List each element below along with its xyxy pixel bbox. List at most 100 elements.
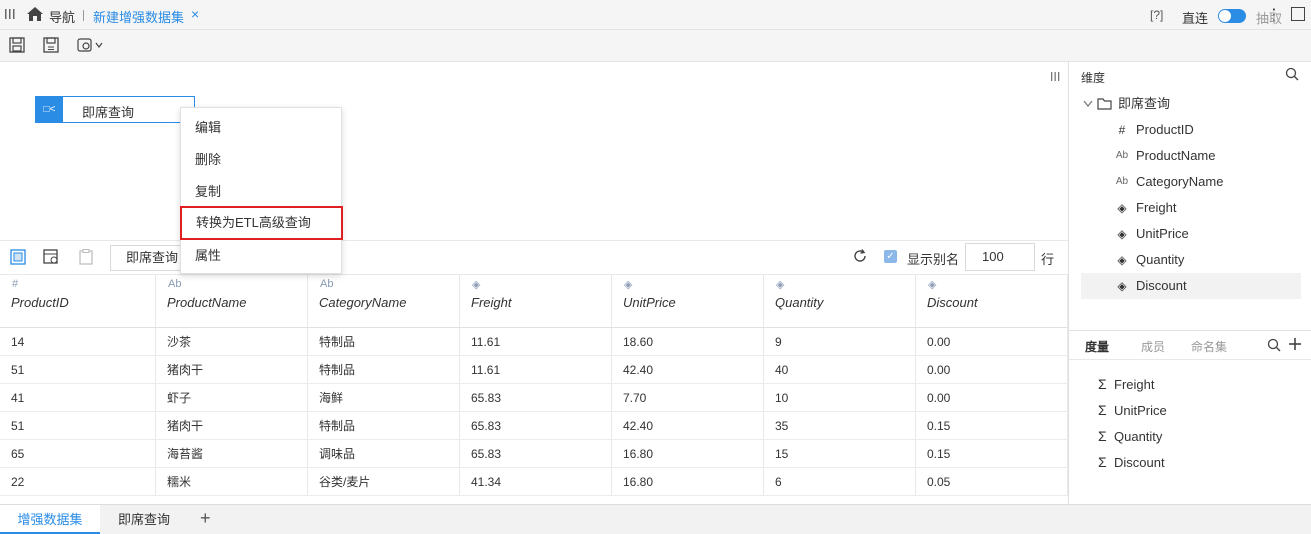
text-type-icon: Ab [1115, 150, 1129, 161]
dimension-field-item[interactable]: Ab ProductName [1081, 143, 1301, 169]
column-name: Freight [471, 295, 512, 310]
home-icon[interactable] [26, 6, 44, 22]
sum-icon: Σ [1098, 376, 1107, 392]
table-cell: 猪肉干 [156, 356, 308, 384]
column-name: ProductName [167, 295, 247, 310]
table-cell: 谷类/麦片 [308, 468, 460, 496]
table-cell: 海苔酱 [156, 440, 308, 468]
column-header[interactable]: ◈ Freight [460, 274, 612, 328]
measure-type-icon: ◈ [1117, 201, 1127, 215]
table-cell: 特制品 [308, 412, 460, 440]
field-label: Freight [1136, 200, 1177, 215]
show-alias-label: 显示别名 [907, 252, 960, 267]
dimension-field-item[interactable]: ◈ Quantity [1081, 247, 1301, 273]
table-cell: 16.80 [612, 468, 764, 496]
add-tab-button[interactable]: + [200, 508, 211, 529]
settings-dropdown-icon[interactable] [77, 37, 105, 53]
text-type-icon: Ab [168, 278, 182, 290]
search-icon[interactable] [1267, 338, 1281, 352]
query-canvas[interactable] [0, 62, 1068, 240]
measure-type-icon: ◈ [1117, 227, 1127, 241]
dimension-field-item[interactable]: ◈ Freight [1081, 195, 1301, 221]
sql-view-icon[interactable] [43, 249, 59, 265]
measure-type-icon: ◈ [1117, 253, 1127, 267]
column-header[interactable]: Ab CategoryName [308, 274, 460, 328]
column-name: UnitPrice [623, 295, 676, 310]
close-icon[interactable]: × [191, 6, 199, 22]
measure-item[interactable]: Σ Freight [1098, 371, 1154, 397]
chevron-down-icon[interactable] [1083, 100, 1093, 108]
table-cell: 65 [0, 440, 156, 468]
clipboard-icon[interactable] [78, 249, 94, 265]
measure-item[interactable]: Σ UnitPrice [1098, 397, 1167, 423]
field-label: Quantity [1136, 252, 1185, 267]
table-cell: 特制品 [308, 328, 460, 356]
refresh-icon[interactable] [852, 248, 868, 264]
query-node[interactable]: □< 即席查询 [35, 96, 195, 123]
save-icon[interactable] [9, 37, 25, 53]
column-name: Quantity [775, 295, 824, 310]
sum-icon: Σ [1098, 402, 1107, 418]
column-header[interactable]: ◈ Discount [916, 274, 1068, 328]
query-select[interactable]: 即席查询 [110, 245, 182, 271]
tab-enhanced-dataset[interactable]: 增强数据集 [0, 505, 100, 534]
column-header[interactable]: ◈ UnitPrice [612, 274, 764, 328]
tab-adhoc-query[interactable]: 即席查询 [100, 505, 188, 534]
save-as-icon[interactable] [43, 37, 59, 53]
tree-folder-query[interactable]: 即席查询 [1081, 91, 1301, 117]
dimension-field-item[interactable]: ◈ UnitPrice [1081, 221, 1301, 247]
data-preview-icon[interactable] [10, 249, 26, 265]
tab-new-dataset[interactable]: 新建增强数据集 [93, 7, 184, 26]
column-header[interactable]: ◈ Quantity [764, 274, 916, 328]
dimension-field-item[interactable]: Ab CategoryName [1081, 169, 1301, 195]
table-cell: 0.00 [916, 328, 1068, 356]
menu-item-convert-etl[interactable]: 转换为ETL高级查询 [180, 206, 343, 240]
tab-measures[interactable]: 度量 [1085, 338, 1109, 355]
table-cell: 51 [0, 412, 156, 440]
show-alias-checkbox[interactable]: ✓ [884, 250, 897, 263]
table-cell: 42.40 [612, 412, 764, 440]
table-cell: 65.83 [460, 440, 612, 468]
row-unit-label: 行 [1041, 252, 1055, 267]
menu-item-copy[interactable]: 复制 [181, 176, 341, 208]
dimension-field-item[interactable]: ◈ Discount [1081, 273, 1301, 299]
menu-item-properties[interactable]: 属性 [181, 240, 341, 272]
add-icon[interactable] [1288, 337, 1302, 351]
table-cell: 0.15 [916, 412, 1068, 440]
column-header[interactable]: # ProductID [0, 274, 156, 328]
mode-toggle[interactable] [1218, 9, 1246, 23]
table-cell: 42.40 [612, 356, 764, 384]
context-menu: 编辑 删除 复制 转换为ETL高级查询 属性 [180, 107, 343, 274]
measure-type-icon: ◈ [776, 279, 785, 291]
menu-lines-icon[interactable] [5, 9, 15, 21]
measure-label: Discount [1114, 455, 1165, 470]
help-button[interactable]: [?] [1150, 8, 1163, 22]
text-type-icon: Ab [320, 278, 334, 290]
toggle-knob [1219, 10, 1231, 22]
direct-connect-label: 直连 [1182, 11, 1209, 26]
measure-label: UnitPrice [1114, 403, 1167, 418]
nav-label[interactable]: 导航 [49, 7, 75, 26]
measure-item[interactable]: Σ Quantity [1098, 423, 1162, 449]
column-name: ProductID [11, 295, 69, 310]
field-label: UnitPrice [1136, 226, 1189, 241]
search-icon[interactable] [1285, 67, 1299, 81]
dimension-title: 维度 [1081, 71, 1106, 85]
column-name: CategoryName [319, 295, 407, 310]
menu-item-edit[interactable]: 编辑 [181, 112, 341, 144]
tab-named-sets[interactable]: 命名集 [1191, 338, 1227, 355]
measure-item[interactable]: Σ Discount [1098, 449, 1165, 475]
table-cell: 海鲜 [308, 384, 460, 412]
row-limit-input[interactable]: 100 [965, 243, 1035, 271]
menu-item-delete[interactable]: 删除 [181, 144, 341, 176]
maximize-icon[interactable] [1291, 7, 1305, 21]
panel-grip-icon[interactable] [1051, 72, 1060, 82]
table-cell: 35 [764, 412, 916, 440]
tab-members[interactable]: 成员 [1141, 338, 1165, 355]
dimension-field-item[interactable]: # ProductID [1081, 117, 1301, 143]
column-header[interactable]: Ab ProductName [156, 274, 308, 328]
sum-icon: Σ [1098, 428, 1107, 444]
measure-label: Freight [1114, 377, 1155, 392]
table-cell: 0.00 [916, 356, 1068, 384]
table-cell: 65.83 [460, 384, 612, 412]
